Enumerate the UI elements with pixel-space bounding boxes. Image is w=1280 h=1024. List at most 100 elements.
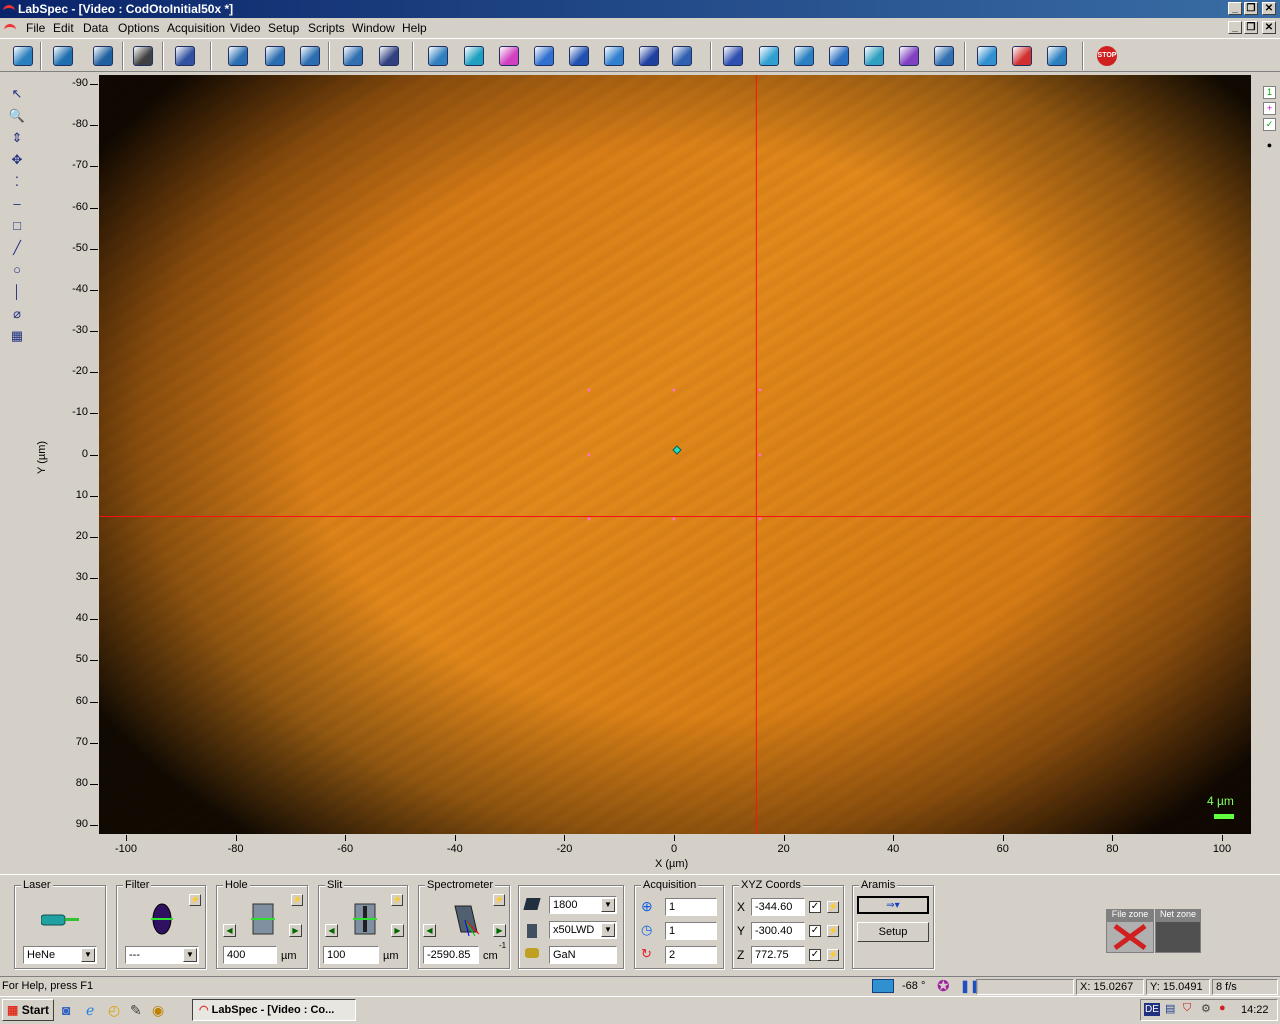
ie-icon[interactable]: ℯ [86,1002,94,1019]
z-coord-input[interactable]: 772.75 [751,946,805,964]
file-zone[interactable] [1106,921,1154,953]
line-v-tool-icon[interactable]: │ [8,284,26,302]
slit-reset-button[interactable]: ⚡ [391,894,403,906]
acquisition-accumulation-input[interactable]: 1 [665,922,717,940]
ellipse-tool-icon[interactable]: ⌀ [8,306,26,324]
pointer-tool-icon[interactable]: ↖ [8,86,26,104]
hole-increase-button[interactable]: ▶ [289,924,302,937]
filter-wheel-icon[interactable] [151,902,173,936]
device-icon[interactable]: ⚙ [1201,1002,1211,1015]
rectangle-tool-icon[interactable]: □ [8,218,26,236]
check-icon[interactable]: ✓ [1263,118,1276,131]
frame-icon[interactable] [669,43,695,69]
move-vertical-tool-icon[interactable]: ⇕ [8,130,26,148]
acquisition-count-input[interactable]: 2 [665,946,717,964]
slit-decrease-button[interactable]: ◀ [325,924,338,937]
menu-video[interactable]: Video [230,21,260,35]
spectrometer-input[interactable]: -2590.85 [423,946,479,964]
minimize-button[interactable]: _ [1228,2,1242,15]
peak-search-icon[interactable] [425,43,451,69]
mapping-icon[interactable] [1009,43,1035,69]
pan-tool-icon[interactable]: ✥ [8,152,26,170]
chevron-down-icon[interactable]: ▼ [81,948,95,962]
grid-large-icon[interactable] [566,43,592,69]
chevron-down-icon[interactable]: ▼ [601,923,615,937]
laser-spot-marker[interactable] [672,445,682,455]
peaks-fit-icon[interactable] [861,43,887,69]
stage-icon[interactable] [496,43,522,69]
load-icon[interactable] [10,43,36,69]
baseline-icon[interactable] [756,43,782,69]
start-button[interactable]: ▦ Start [2,999,54,1021]
aramis-run-button[interactable]: ⇒▾ [857,896,929,914]
y-coord-input[interactable]: -300.40 [751,922,805,940]
fit-icon[interactable] [826,43,852,69]
menu-options[interactable]: Options [118,21,159,35]
net-zone[interactable] [1155,921,1201,953]
x-coord-checkbox[interactable]: ✓ [809,901,821,913]
filter-reset-button[interactable]: ⚡ [189,894,201,906]
chevron-down-icon[interactable]: ▼ [601,898,615,912]
maximize-button[interactable]: ❐ [1244,2,1258,15]
sample-input[interactable]: GaN [549,946,617,964]
export-icon[interactable] [974,43,1000,69]
laser-icon[interactable] [41,910,81,930]
mdi-minimize-button[interactable]: _ [1228,21,1242,34]
settings-gear-icon[interactable]: ✪ [937,977,950,995]
menu-window[interactable]: Window [352,21,395,35]
spectrometer-decrease-button[interactable]: ◀ [423,924,436,937]
xy-scale-icon[interactable] [297,43,323,69]
z-coord-checkbox[interactable]: ✓ [809,949,821,961]
app-menu-icon[interactable] [4,24,16,32]
hole-reset-button[interactable]: ⚡ [291,894,303,906]
menu-acquisition[interactable]: Acquisition [167,21,225,35]
slit-input[interactable]: 100 [323,946,379,964]
menu-edit[interactable]: Edit [53,21,74,35]
hole-input[interactable]: 400 [223,946,277,964]
zoom-fit-icon[interactable] [225,43,251,69]
camera-icon[interactable]: ● [1263,140,1276,153]
info-icon[interactable] [376,43,402,69]
spectrometer-increase-button[interactable]: ▶ [493,924,506,937]
point-tool-icon[interactable]: ⁚ [8,174,26,192]
circle-tool-icon[interactable]: ○ [8,262,26,280]
filter-select[interactable]: --- ▼ [125,946,199,964]
zoom-tool-icon[interactable]: 🔍 [8,108,26,126]
print-icon[interactable] [130,43,156,69]
monitor-icon[interactable] [872,979,894,993]
map-grid-icon[interactable] [461,43,487,69]
notepad-icon[interactable]: ✎ [130,1002,142,1019]
menu-data[interactable]: Data [83,21,108,35]
shield-icon[interactable]: ⛉ [1183,1002,1191,1015]
acquisition-time-input[interactable]: 1 [665,898,717,916]
lens-icon[interactable] [636,43,662,69]
x-coord-reset-button[interactable]: ⚡ [827,901,839,913]
mdi-close-button[interactable]: ✕ [1262,21,1276,34]
menu-file[interactable]: File [26,21,45,35]
clock-app-icon[interactable]: ◴ [108,1002,120,1019]
help-pointer-icon[interactable] [172,43,198,69]
spectrometer-reset-button[interactable]: ⚡ [493,894,505,906]
z-coord-reset-button[interactable]: ⚡ [827,949,839,961]
line-tool-icon[interactable]: ╱ [8,240,26,258]
desktop-icon[interactable]: ◙ [62,1002,70,1018]
compare-icon[interactable] [931,43,957,69]
profile-icon[interactable] [1044,43,1070,69]
y-coord-checkbox[interactable]: ✓ [809,925,821,937]
line-h-tool-icon[interactable]: – [8,196,26,214]
video-image[interactable]: 4 µm [99,75,1251,834]
y-coord-reset-button[interactable]: ⚡ [827,925,839,937]
menu-setup[interactable]: Setup [268,21,299,35]
stop-icon[interactable]: STOP [1094,43,1120,69]
x-coord-input[interactable]: -344.60 [751,898,805,916]
language-indicator[interactable]: DE [1144,1003,1160,1016]
mdi-restore-button[interactable]: ❐ [1244,21,1258,34]
hole-decrease-button[interactable]: ◀ [223,924,236,937]
open-icon[interactable] [50,43,76,69]
spectrum-icon[interactable] [720,43,746,69]
filter-spectrum-icon[interactable] [791,43,817,69]
close-button[interactable]: ✕ [1262,2,1276,15]
grid-small-icon[interactable] [531,43,557,69]
video-capture-icon[interactable] [340,43,366,69]
objective-select[interactable]: x50LWD ▼ [549,921,617,939]
